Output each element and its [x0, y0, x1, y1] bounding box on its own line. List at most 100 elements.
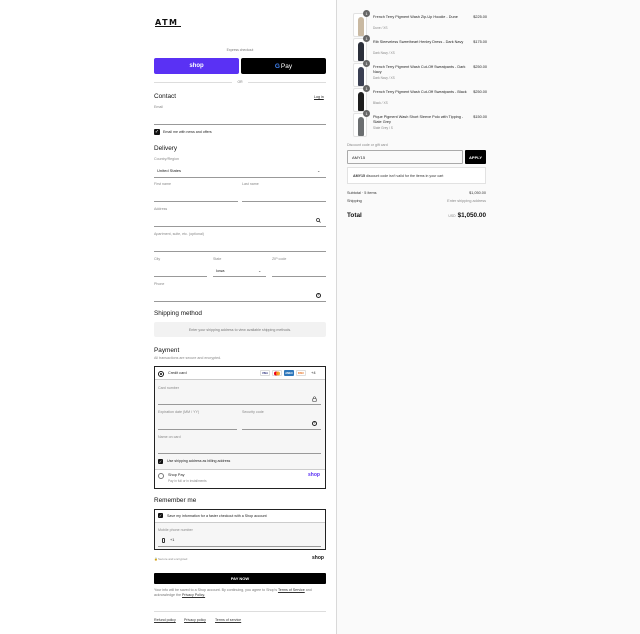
email-label: Email — [154, 105, 163, 109]
security-code-label: Security code — [242, 410, 264, 414]
express-checkout-label: Express checkout — [226, 48, 254, 52]
address-label: Address — [154, 207, 168, 211]
checkout-form-panel: ATM Express checkout shop G Pay OR Conta… — [0, 0, 337, 634]
product-variant: Slate Grey / S — [373, 126, 393, 130]
product-variant: Dune / XS — [373, 26, 388, 30]
apartment-field[interactable] — [154, 251, 326, 252]
card-number-field[interactable] — [158, 404, 321, 405]
footer-terms-link[interactable]: Terms of service — [215, 618, 241, 622]
security-help-icon[interactable]: ? — [312, 421, 317, 426]
footer-privacy-link[interactable]: Privacy policy — [184, 618, 206, 622]
shop-pay-option-sub: Pay in full or in installments — [168, 479, 207, 483]
mobile-label: Mobile phone number — [158, 528, 193, 532]
state-select[interactable]: Iowa — [216, 268, 224, 273]
total-currency: USD — [448, 214, 456, 218]
login-link[interactable]: Log in — [314, 95, 324, 99]
country-underline — [154, 177, 326, 178]
product-price: $225.00 — [473, 15, 487, 19]
quantity-badge: 1 — [363, 110, 370, 117]
google-pay-button[interactable]: G Pay — [241, 58, 326, 74]
amex-icon: AMEX — [284, 370, 294, 376]
total-amount: USD $1,050.00 — [448, 212, 486, 219]
shop-terms-link[interactable]: Terms of Service — [278, 588, 305, 592]
billing-same-checkbox[interactable]: ✓ — [158, 459, 163, 464]
product-variant: Dark Navy / XS — [373, 51, 395, 55]
state-underline — [213, 276, 266, 277]
shop-pay-button[interactable]: shop — [154, 58, 239, 74]
total-label: Total — [347, 212, 362, 219]
mobile-area — [155, 522, 325, 549]
delivery-heading: Delivery — [154, 145, 178, 152]
total-value: $1,050.00 — [457, 212, 486, 219]
product-price: $250.00 — [473, 90, 487, 94]
product-name: Rib Sleeveless Sweetheart Henley Dress -… — [373, 40, 464, 44]
secure-note: Secure and encrypted — [158, 557, 188, 561]
legal-body: Your info will be saved to a Shop accoun… — [154, 588, 278, 592]
credit-card-radio[interactable] — [158, 371, 164, 377]
first-name-label: First name — [154, 182, 171, 186]
discount-value: AMY15 — [352, 155, 366, 160]
quantity-badge: 1 — [363, 60, 370, 67]
name-on-card-label: Name on card — [158, 435, 181, 439]
product-name: French Terry Pigment Wash Cut-Off Sweatp… — [373, 65, 466, 74]
cart-item: 1 Pique Pigment Wash Short Sleeve Polo w… — [353, 110, 487, 137]
shipping-label: Shipping — [347, 199, 362, 203]
product-name: Pique Pigment Wash Short Sleeve Polo wit… — [373, 115, 464, 124]
news-checkbox[interactable]: ✓ — [154, 129, 160, 135]
product-name: French Terry Pigment Wash Cut-Off Sweatp… — [373, 90, 467, 94]
lock-icon — [312, 396, 317, 402]
shop-privacy-link[interactable]: Privacy Policy. — [182, 593, 205, 597]
quantity-badge: 1 — [363, 35, 370, 42]
cart-item: 1 Rib Sleeveless Sweetheart Henley Dress… — [353, 35, 487, 62]
city-field[interactable] — [154, 276, 207, 277]
footer-refund-link[interactable]: Refund policy — [154, 618, 176, 622]
last-name-field[interactable] — [242, 201, 326, 202]
discount-error-text: discount code isn't valid for the items … — [365, 174, 444, 178]
shop-pay-radio[interactable] — [158, 473, 164, 479]
zip-field[interactable] — [272, 276, 326, 277]
apartment-label: Apartment, suite, etc. (optional) — [154, 232, 204, 236]
remember-heading: Remember me — [154, 497, 197, 504]
mobile-phone-icon — [162, 538, 165, 543]
google-pay-label: Pay — [280, 62, 293, 70]
product-price: $175.00 — [473, 40, 487, 44]
discount-error-message: AMY15 discount code isn't valid for the … — [347, 167, 486, 184]
email-underline — [154, 124, 326, 125]
save-info-checkbox[interactable]: ✓ — [158, 513, 163, 518]
phone-help-icon[interactable]: ? — [316, 293, 321, 298]
security-code-field[interactable] — [242, 429, 321, 430]
quantity-badge: 1 — [363, 85, 370, 92]
footer-divider — [154, 611, 326, 612]
cart-item: 1 French Terry Pigment Wash Zip-Up Hoodi… — [353, 10, 487, 37]
address-search-icon[interactable] — [316, 218, 321, 223]
logo-underline — [155, 26, 181, 27]
expiry-field[interactable] — [158, 429, 237, 430]
product-variant: Dark Navy / XS — [373, 76, 395, 80]
phone-field[interactable] — [154, 301, 326, 302]
mobile-prefix[interactable]: +1 — [170, 538, 174, 542]
name-on-card-field[interactable] — [158, 453, 321, 454]
shop-pay-label: shop — [189, 63, 204, 69]
legal-text: Your info will be saved to a Shop accoun… — [154, 588, 326, 598]
shipping-value: Enter shipping address — [447, 199, 486, 203]
first-name-field[interactable] — [154, 201, 238, 202]
pay-now-button[interactable]: PAY NOW — [154, 573, 326, 584]
apply-discount-button[interactable]: APPLY — [465, 150, 486, 164]
news-checkbox-label: Email me with news and offers — [163, 130, 212, 134]
save-info-label: Save my information for a faster checkou… — [167, 514, 267, 518]
phone-label: Phone — [154, 282, 165, 286]
mobile-field[interactable] — [158, 546, 321, 547]
cart-item: 1 French Terry Pigment Wash Cut-Off Swea… — [353, 60, 487, 87]
state-label: State — [213, 257, 222, 261]
card-number-label: Card number — [158, 386, 179, 390]
country-label: Country/Region — [154, 157, 179, 161]
product-figure — [358, 92, 364, 111]
discount-label: Discount code or gift card — [347, 143, 388, 147]
country-chevron-down-icon: ⌄ — [317, 168, 321, 173]
address-field[interactable] — [154, 226, 326, 227]
country-select[interactable]: United States — [157, 168, 181, 173]
more-cards-label: +4 — [311, 370, 316, 375]
shop-logo: shop — [312, 555, 324, 561]
shipping-heading: Shipping method — [154, 310, 202, 317]
google-g-icon: G — [274, 62, 280, 70]
